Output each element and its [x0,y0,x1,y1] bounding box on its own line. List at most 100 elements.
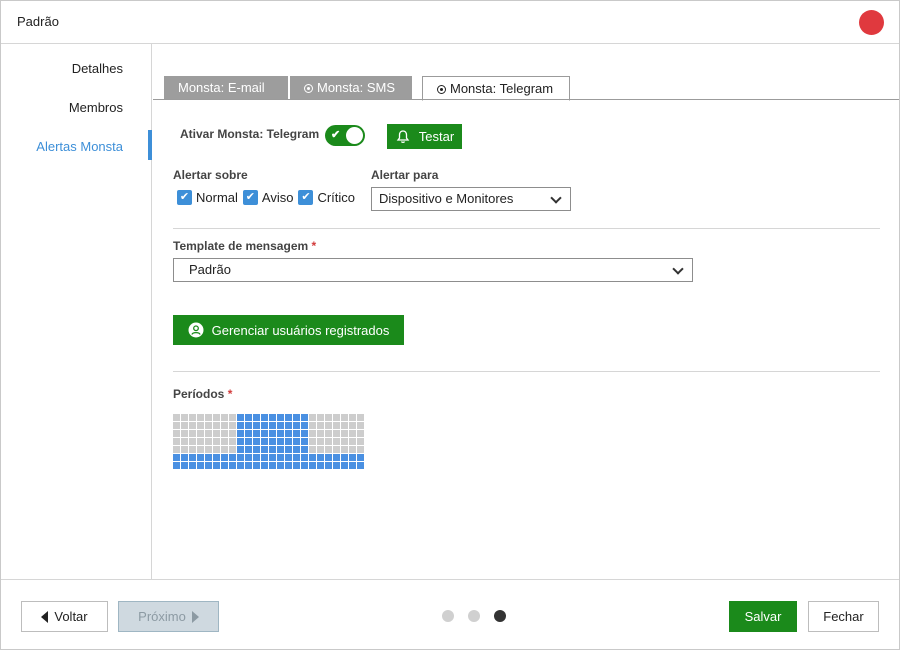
period-cell[interactable] [261,446,268,453]
period-cell[interactable] [349,438,356,445]
close-button[interactable]: Fechar [808,601,879,632]
period-cell[interactable] [269,438,276,445]
period-cell[interactable] [349,422,356,429]
period-cell[interactable] [309,414,316,421]
period-cell[interactable] [205,422,212,429]
period-cell[interactable] [325,462,332,469]
checkbox-critico[interactable]: ✔ [298,190,314,205]
checkbox-aviso[interactable]: ✔ [242,190,258,205]
period-cell[interactable] [253,430,260,437]
period-cell[interactable] [173,454,180,461]
period-cell[interactable] [245,438,252,445]
test-button[interactable]: Testar [387,124,462,149]
period-cell[interactable] [205,438,212,445]
period-cell[interactable] [229,454,236,461]
sidebar-item-alertas-monsta[interactable]: Alertas Monsta [36,139,123,154]
period-cell[interactable] [341,454,348,461]
period-cell[interactable] [301,414,308,421]
period-cell[interactable] [269,462,276,469]
back-button[interactable]: Voltar [21,601,108,632]
period-cell[interactable] [357,454,364,461]
period-cell[interactable] [237,414,244,421]
period-cell[interactable] [205,430,212,437]
period-cell[interactable] [341,430,348,437]
period-cell[interactable] [229,446,236,453]
period-cell[interactable] [229,422,236,429]
period-cell[interactable] [333,446,340,453]
period-cell[interactable] [181,414,188,421]
period-cell[interactable] [317,462,324,469]
period-cell[interactable] [301,422,308,429]
period-cell[interactable] [189,430,196,437]
period-cell[interactable] [181,454,188,461]
period-cell[interactable] [213,414,220,421]
period-cell[interactable] [229,414,236,421]
period-cell[interactable] [309,462,316,469]
period-cell[interactable] [181,462,188,469]
alert-to-select[interactable]: Dispositivo e Monitores [371,187,571,211]
period-cell[interactable] [357,438,364,445]
period-cell[interactable] [341,414,348,421]
period-cell[interactable] [237,462,244,469]
period-cell[interactable] [245,422,252,429]
period-cell[interactable] [341,422,348,429]
period-cell[interactable] [197,462,204,469]
period-cell[interactable] [261,422,268,429]
period-cell[interactable] [301,438,308,445]
period-cell[interactable] [237,446,244,453]
period-cell[interactable] [213,454,220,461]
period-cell[interactable] [197,414,204,421]
period-cell[interactable] [221,462,228,469]
period-cell[interactable] [357,414,364,421]
period-cell[interactable] [277,430,284,437]
period-cell[interactable] [333,462,340,469]
period-cell[interactable] [245,446,252,453]
period-cell[interactable] [173,462,180,469]
period-cell[interactable] [333,430,340,437]
period-cell[interactable] [285,462,292,469]
period-cell[interactable] [325,438,332,445]
period-cell[interactable] [205,462,212,469]
period-cell[interactable] [205,454,212,461]
period-cell[interactable] [277,438,284,445]
period-cell[interactable] [229,430,236,437]
period-cell[interactable] [253,454,260,461]
period-cell[interactable] [333,454,340,461]
period-cell[interactable] [333,438,340,445]
period-cell[interactable] [333,414,340,421]
period-cell[interactable] [261,462,268,469]
period-cell[interactable] [309,430,316,437]
step-dot-2[interactable] [468,610,480,622]
period-cell[interactable] [181,446,188,453]
period-cell[interactable] [181,430,188,437]
checkbox-normal[interactable]: ✔ [177,190,192,205]
period-cell[interactable] [293,430,300,437]
period-cell[interactable] [221,430,228,437]
period-cell[interactable] [341,438,348,445]
period-cell[interactable] [269,446,276,453]
period-cell[interactable] [333,422,340,429]
sidebar-item-detalhes[interactable]: Detalhes [72,61,123,76]
period-cell[interactable] [229,462,236,469]
period-cell[interactable] [293,422,300,429]
tab-monsta-email[interactable]: Monsta: E-mail [164,76,288,100]
period-cell[interactable] [269,422,276,429]
period-cell[interactable] [349,446,356,453]
period-cell[interactable] [269,414,276,421]
period-cell[interactable] [173,438,180,445]
period-cell[interactable] [245,430,252,437]
period-cell[interactable] [197,446,204,453]
period-cell[interactable] [253,414,260,421]
period-cell[interactable] [341,462,348,469]
period-cell[interactable] [237,430,244,437]
period-cell[interactable] [261,438,268,445]
period-cell[interactable] [189,454,196,461]
period-cell[interactable] [221,446,228,453]
period-cell[interactable] [245,414,252,421]
save-button[interactable]: Salvar [729,601,797,632]
period-cell[interactable] [277,454,284,461]
periods-grid[interactable] [173,414,364,470]
period-cell[interactable] [213,462,220,469]
period-cell[interactable] [285,430,292,437]
period-cell[interactable] [229,438,236,445]
